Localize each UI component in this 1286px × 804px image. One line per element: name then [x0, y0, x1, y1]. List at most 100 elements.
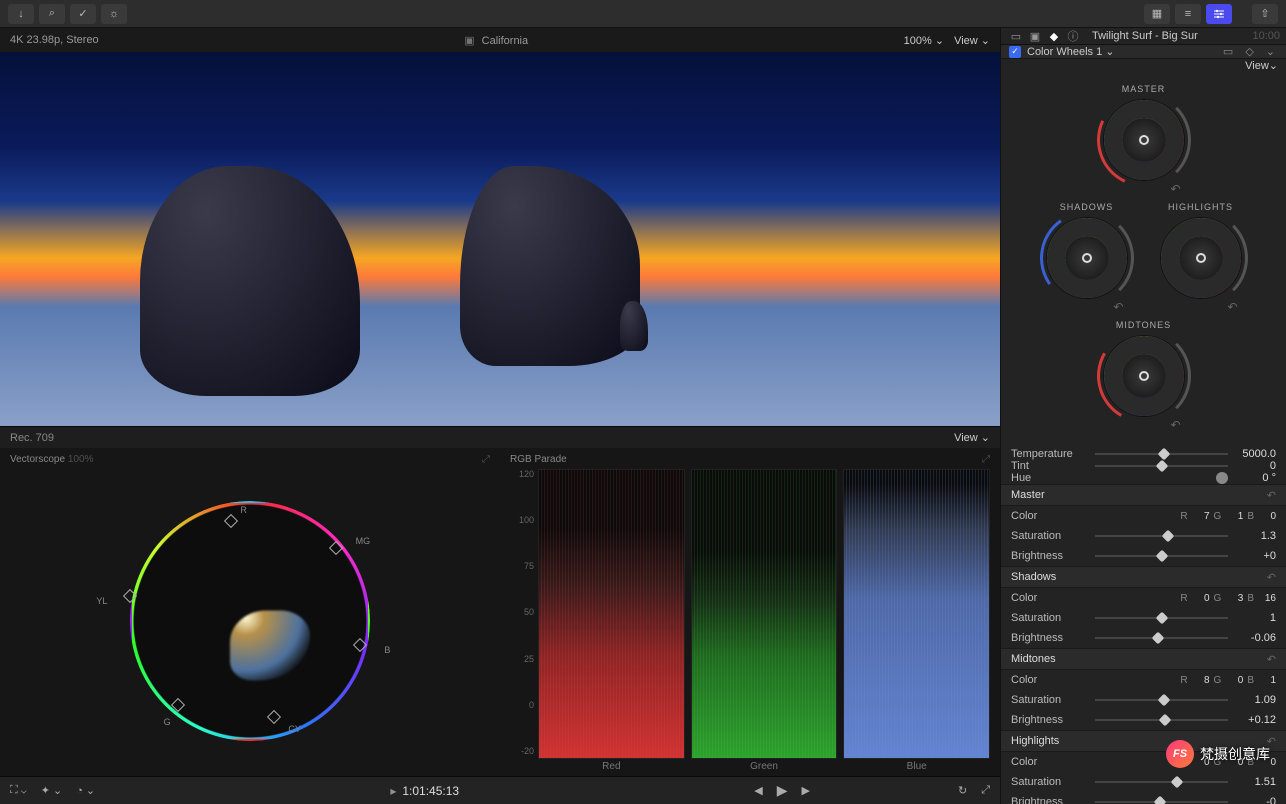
parade-red [538, 469, 685, 759]
parade-green [691, 469, 838, 759]
section-shadows: Shadows↶ [1001, 566, 1286, 588]
layout-list-button[interactable]: ≡ [1175, 4, 1201, 24]
section-master: Master↶ [1001, 484, 1286, 506]
viewer-format: 4K 23.98p, Stereo [10, 34, 99, 46]
viewer-view-dropdown[interactable]: View ⌄ [954, 34, 990, 47]
retime-tool-button[interactable]: ✦ ⌄ [41, 784, 63, 797]
parade-title: RGB Parade [510, 454, 567, 465]
tint-row: Tint 0 [1001, 460, 1286, 472]
fullscreen-button[interactable]: ⤢ [981, 784, 990, 797]
parade-y-axis: 1201007550250-20 [510, 469, 534, 756]
layout-clips-button[interactable]: ▦ [1144, 4, 1170, 24]
inspector-panel: ▭ ▣ ◆ ⓘ Twilight Surf - Big Sur 10:00 ✓ … [1000, 28, 1286, 804]
vec-target-g: G [164, 717, 171, 727]
midtones-color-row: Color R8 G0 B1 [1001, 670, 1286, 690]
chevron-down-icon: ⌄ [1105, 46, 1114, 58]
inspector-duration: 10:00 [1252, 30, 1280, 42]
chevron-down-icon: ⌄ [935, 35, 944, 47]
color-tool-button[interactable]: ◔ ⌄ [76, 784, 95, 797]
brightness-slider[interactable] [1095, 719, 1228, 721]
keyframe-button[interactable]: ◇ [1242, 45, 1256, 58]
transport-bar: ⛶ ⌄ ✦ ⌄ ◔ ⌄ ▸1:01:45:13 ◀ ▶ ▶ ↻ ⤢ [0, 776, 1000, 804]
master-wheel[interactable]: MASTER ↶ [1101, 84, 1187, 196]
chevron-down-icon: ⌄ [1269, 59, 1278, 72]
prev-frame-button[interactable]: ◀ [754, 784, 762, 797]
scopes-view-dropdown[interactable]: View ⌄ [954, 431, 990, 444]
enhance-button[interactable]: ☼ [101, 4, 127, 24]
reset-icon[interactable]: ↶ [1267, 571, 1276, 584]
master-brightness-row: Brightness +0 [1001, 546, 1286, 566]
midtones-wheel[interactable]: MIDTONES ↶ [1101, 320, 1187, 432]
highlights-wheel[interactable]: HIGHLIGHTS ↶ [1158, 202, 1244, 314]
shadows-color-row: Color R0 G3 B16 [1001, 588, 1286, 608]
master-color-row: Color R7 G1 B0 [1001, 506, 1286, 526]
correction-enable-checkbox[interactable]: ✓ [1009, 46, 1021, 58]
correction-menu-button[interactable]: ⌄ [1263, 45, 1278, 58]
vectorscope-scale: 100% [68, 454, 94, 465]
saturation-slider[interactable] [1095, 699, 1228, 701]
inspector-tab-generator[interactable]: ▣ [1026, 28, 1044, 44]
keyword-button[interactable]: ⌕ [39, 4, 65, 24]
brightness-slider[interactable] [1095, 801, 1228, 803]
inspector-tab-info[interactable]: ⓘ [1064, 28, 1082, 44]
vec-target-mg: MG [356, 536, 371, 546]
mask-button[interactable]: ▭ [1220, 45, 1236, 58]
section-highlights: Highlights↶ [1001, 730, 1286, 752]
viewer-header: 4K 23.98p, Stereo ▣ California 100% ⌄ Vi… [0, 28, 1000, 52]
scopes-colorspace: Rec. 709 [10, 432, 54, 444]
scopes-area: Vectorscope 100%⤢ R MG B CY G YL [0, 448, 1000, 776]
master-saturation-row: Saturation 1.3 [1001, 526, 1286, 546]
reset-icon[interactable]: ↶ [1267, 653, 1276, 666]
saturation-slider[interactable] [1095, 535, 1228, 537]
hue-dial[interactable] [1216, 472, 1228, 484]
expand-icon[interactable]: ⤢ [482, 454, 490, 465]
chevron-down-icon: ⌄ [981, 432, 990, 444]
viewer-canvas[interactable] [0, 52, 1000, 426]
scopes-header: Rec. 709 View ⌄ [0, 426, 1000, 448]
inspector-clip-name: Twilight Surf - Big Sur [1088, 30, 1246, 42]
brightness-slider[interactable] [1095, 637, 1228, 639]
correction-dropdown[interactable]: Color Wheels 1 ⌄ [1027, 45, 1214, 58]
temperature-slider[interactable] [1095, 453, 1228, 455]
saturation-slider[interactable] [1095, 617, 1228, 619]
inspector-tab-color[interactable]: ◆ [1045, 28, 1063, 44]
highlights-brightness-row: Brightness -0 [1001, 792, 1286, 804]
background-tasks-button[interactable]: ✓ [70, 4, 96, 24]
zoom-dropdown[interactable]: 100% ⌄ [904, 34, 944, 47]
timecode[interactable]: 1:01:45:13 [402, 784, 459, 798]
expand-icon[interactable]: ⤢ [982, 454, 990, 465]
inspector-tab-video[interactable]: ▭ [1007, 28, 1025, 44]
reset-icon[interactable]: ↶ [1267, 735, 1276, 748]
correction-row: ✓ Color Wheels 1 ⌄ ▭ ◇ ⌄ [1001, 45, 1286, 59]
wheels-view-dropdown[interactable]: View ⌄ [1001, 59, 1286, 72]
inspector-header: ▭ ▣ ◆ ⓘ Twilight Surf - Big Sur 10:00 [1001, 28, 1286, 45]
midtones-brightness-row: Brightness +0.12 [1001, 710, 1286, 730]
temperature-row: Temperature 5000.0 [1001, 448, 1286, 460]
shadows-wheel[interactable]: SHADOWS ↶ [1044, 202, 1130, 314]
vectorscope-panel: Vectorscope 100%⤢ R MG B CY G YL [0, 448, 500, 776]
top-toolbar: ↓ ⌕ ✓ ☼ ▦ ≡ ⇧ [0, 0, 1286, 28]
tint-slider[interactable] [1095, 465, 1228, 467]
loop-button[interactable]: ↻ [958, 784, 967, 797]
midtones-saturation-row: Saturation 1.09 [1001, 690, 1286, 710]
vec-target-b: B [384, 645, 390, 655]
layout-inspector-button[interactable] [1206, 4, 1232, 24]
vec-target-cy: CY [288, 724, 301, 734]
sliders-icon [1213, 8, 1225, 20]
import-button[interactable]: ↓ [8, 4, 34, 24]
parade-blue [843, 469, 990, 759]
crop-tool-button[interactable]: ⛶ ⌄ [10, 784, 27, 797]
section-midtones: Midtones↶ [1001, 648, 1286, 670]
highlights-color-row: Color R0 G0 B0 [1001, 752, 1286, 772]
shadows-brightness-row: Brightness -0.06 [1001, 628, 1286, 648]
vec-target-r: R [240, 505, 247, 515]
shadows-saturation-row: Saturation 1 [1001, 608, 1286, 628]
hue-row: Hue 0 ° [1001, 472, 1286, 484]
reset-icon[interactable]: ↶ [1267, 489, 1276, 502]
brightness-slider[interactable] [1095, 555, 1228, 557]
angle-icon: ▣ [464, 35, 474, 47]
saturation-slider[interactable] [1095, 781, 1228, 783]
share-button[interactable]: ⇧ [1252, 4, 1278, 24]
next-frame-button[interactable]: ▶ [802, 784, 810, 797]
play-button[interactable]: ▶ [777, 782, 788, 799]
